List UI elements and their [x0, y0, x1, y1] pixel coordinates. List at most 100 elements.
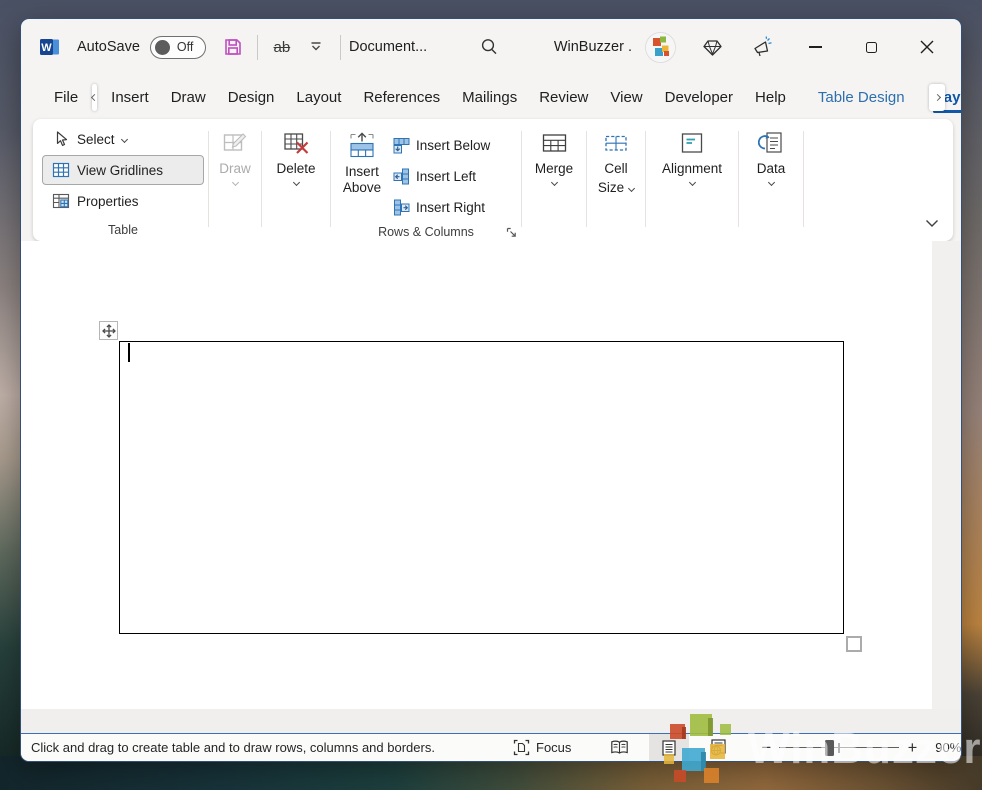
document-title[interactable]: Document...	[349, 39, 427, 55]
group-label-empty	[646, 219, 738, 241]
account-name[interactable]: WinBuzzer .	[554, 39, 632, 55]
chevron-down-icon	[550, 179, 557, 186]
ribbon-group-delete: Delete	[262, 123, 330, 241]
tab-file[interactable]: File	[43, 75, 89, 119]
table-properties-icon	[52, 192, 70, 210]
focus-mode-button[interactable]: Focus	[507, 734, 577, 761]
alignment-icon	[679, 130, 705, 156]
ribbon-group-data: Data	[739, 123, 803, 241]
divider	[257, 35, 258, 60]
tab-help[interactable]: Help	[744, 75, 797, 119]
print-layout-button[interactable]	[649, 734, 689, 761]
properties-button[interactable]: Properties	[42, 186, 204, 216]
table-cell[interactable]	[119, 341, 844, 634]
group-divider	[803, 131, 804, 227]
tab-developer[interactable]: Developer	[654, 75, 744, 119]
zoom-level[interactable]: 90%	[935, 740, 961, 755]
tab-review[interactable]: Review	[528, 75, 599, 119]
zoom-slider[interactable]	[779, 740, 899, 756]
ribbon-group-merge: Merge	[522, 123, 586, 241]
table-move-handle[interactable]	[99, 321, 118, 340]
insert-left-button[interactable]: Insert Left	[393, 161, 490, 192]
focus-label: Focus	[536, 740, 571, 755]
cell-size-icon	[603, 130, 629, 156]
tab-table-design[interactable]: Table Design	[807, 75, 916, 119]
insert-right-button[interactable]: Insert Right	[393, 192, 490, 223]
word-app-icon[interactable]: W	[39, 36, 61, 58]
insert-above-button[interactable]: Insert Above	[331, 125, 393, 223]
draw-table-icon	[222, 130, 248, 156]
insert-below-button[interactable]: Insert Below	[393, 130, 490, 161]
web-layout-button[interactable]	[699, 734, 739, 761]
zoom-slider-notch	[838, 743, 839, 753]
insert-right-label: Insert Right	[416, 200, 485, 215]
insert-left-label: Insert Left	[416, 169, 476, 184]
gridlines-icon	[52, 161, 70, 179]
data-button[interactable]: Data	[739, 123, 803, 185]
group-label-table: Table	[38, 219, 208, 241]
maximize-button[interactable]	[843, 27, 899, 67]
delete-button[interactable]: Delete	[262, 123, 330, 185]
tab-layout[interactable]: Layout	[285, 75, 352, 119]
autosave-state: Off	[177, 40, 193, 54]
insert-above-label: Insert Above	[331, 164, 393, 196]
group-label-empty	[587, 219, 645, 241]
group-label-empty	[262, 219, 330, 241]
chevron-down-icon	[628, 184, 635, 191]
dialog-launcher-icon[interactable]	[506, 227, 517, 241]
select-button[interactable]: Select	[42, 124, 204, 154]
strikethrough-icon[interactable]: ab	[269, 32, 295, 62]
minimize-button[interactable]	[787, 27, 843, 67]
insert-right-icon	[393, 199, 410, 216]
zoom-slider-thumb[interactable]	[825, 740, 834, 756]
read-mode-icon	[610, 740, 629, 755]
data-icon	[758, 130, 784, 156]
document-canvas[interactable]	[21, 241, 961, 733]
customize-quick-access-icon[interactable]	[303, 32, 329, 62]
zoom-in-button[interactable]: +	[899, 738, 925, 758]
close-button[interactable]	[899, 27, 955, 67]
cell-size-label-line1: Cell	[604, 161, 627, 177]
delete-table-icon	[283, 130, 310, 156]
merge-cells-icon	[541, 130, 568, 156]
chevron-down-icon	[292, 179, 299, 186]
toggle-knob	[155, 40, 170, 55]
collapse-ribbon-chevron-icon[interactable]	[925, 215, 939, 233]
autosave-toggle[interactable]: Off	[150, 36, 206, 59]
tab-mailings[interactable]: Mailings	[451, 75, 528, 119]
ribbon-tab-row: File Insert Draw Design Layout Reference…	[21, 75, 961, 119]
draw-table-button[interactable]: Draw	[209, 123, 261, 185]
chevron-down-icon	[231, 179, 238, 186]
insert-left-icon	[393, 168, 410, 185]
group-label-empty	[739, 219, 803, 241]
word-window: W AutoSave Off ab Document... WinBu	[20, 18, 962, 762]
ribbon-group-rows-columns: Insert Above Insert Below Insert Left In…	[331, 123, 521, 241]
save-icon[interactable]	[220, 32, 246, 62]
tab-scroll-left-button[interactable]	[92, 84, 97, 111]
account-avatar[interactable]	[646, 33, 675, 62]
premium-diamond-icon[interactable]	[687, 27, 737, 67]
view-gridlines-button[interactable]: View Gridlines	[42, 155, 204, 185]
alignment-button[interactable]: Alignment	[646, 123, 738, 185]
search-icon[interactable]	[479, 37, 499, 57]
table-resize-handle[interactable]	[846, 636, 862, 652]
cell-size-button[interactable]: Cell Size	[587, 123, 645, 196]
tab-insert[interactable]: Insert	[100, 75, 160, 119]
group-label-rows-columns: Rows & Columns	[378, 225, 474, 239]
tab-design[interactable]: Design	[217, 75, 286, 119]
read-mode-button[interactable]	[599, 734, 639, 761]
tab-references[interactable]: References	[352, 75, 451, 119]
tab-scroll-right-button[interactable]	[929, 84, 945, 111]
merge-button[interactable]: Merge	[522, 123, 586, 185]
autosave-label: AutoSave	[77, 39, 140, 55]
move-arrows-icon	[102, 324, 116, 338]
vertical-scrollbar[interactable]	[932, 241, 961, 709]
view-gridlines-label: View Gridlines	[77, 163, 163, 178]
tab-draw[interactable]: Draw	[160, 75, 217, 119]
tab-view[interactable]: View	[599, 75, 653, 119]
feedback-megaphone-icon[interactable]	[737, 27, 787, 67]
zoom-out-button[interactable]: −	[753, 738, 779, 758]
data-label: Data	[757, 161, 786, 177]
horizontal-scrollbar[interactable]	[21, 709, 961, 733]
divider	[340, 35, 341, 60]
